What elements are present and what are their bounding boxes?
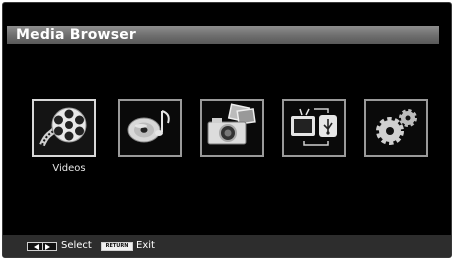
arrow-left-right-icon (27, 242, 57, 251)
page-title: Media Browser (16, 27, 137, 43)
tile-sources[interactable] (282, 99, 346, 157)
footer-bar: Select RETURN Exit (3, 235, 451, 257)
tv-usb-icon (291, 108, 337, 146)
music-disc-icon (127, 110, 170, 143)
tile-videos[interactable] (32, 99, 96, 157)
tile-photos[interactable] (200, 99, 264, 157)
return-key-icon: RETURN (101, 242, 133, 251)
title-bar: Media Browser (7, 26, 439, 44)
photo-camera-icon (207, 103, 256, 145)
video-reel-icon (39, 107, 87, 147)
tile-label-videos: Videos (52, 163, 86, 174)
tile-music[interactable] (118, 99, 182, 157)
settings-gears-icon (376, 109, 417, 145)
media-browser-screen: Media Browser Videos Select RETURN Exit (2, 2, 452, 258)
exit-hint: Exit (136, 240, 155, 251)
select-hint: Select (61, 240, 92, 251)
tile-settings[interactable] (364, 99, 428, 157)
